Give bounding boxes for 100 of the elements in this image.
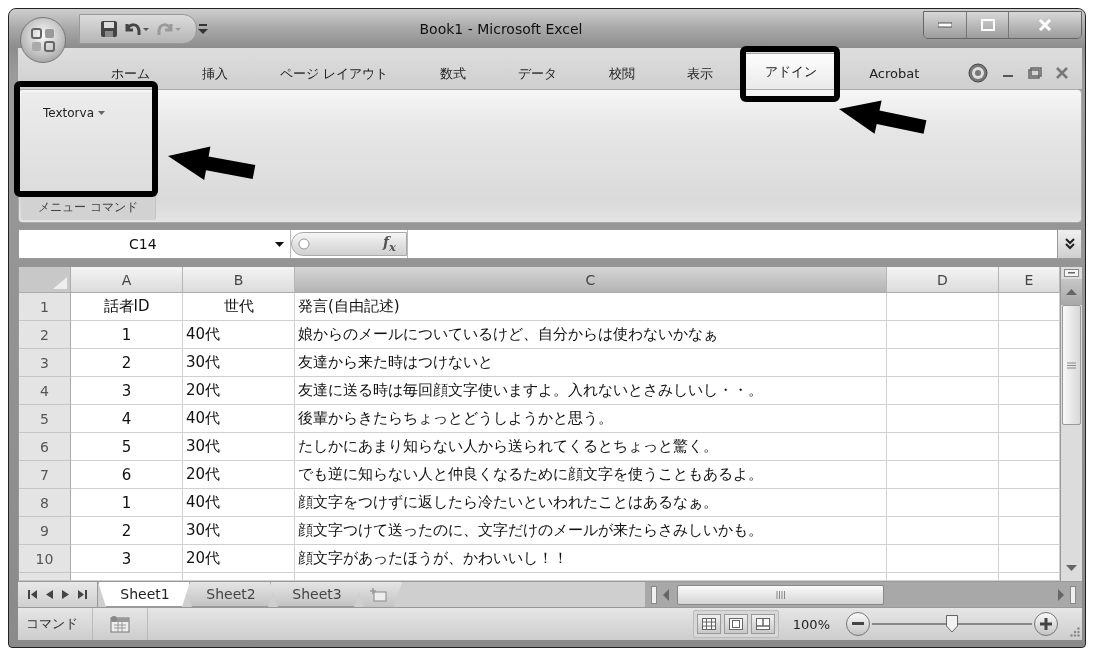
column-header[interactable]: D <box>887 267 999 293</box>
minimize-button[interactable] <box>924 12 967 38</box>
page-break-view-button[interactable] <box>750 614 775 634</box>
scroll-thumb[interactable] <box>677 584 884 605</box>
ribbon-tab[interactable]: Acrobat <box>846 57 943 89</box>
table-cell[interactable]: 1 <box>71 321 183 349</box>
scroll-thumb[interactable] <box>1062 305 1081 425</box>
table-cell[interactable] <box>887 489 999 517</box>
ribbon-tab[interactable]: 数式 <box>417 57 490 89</box>
table-cell[interactable] <box>887 377 999 405</box>
table-cell[interactable] <box>887 321 999 349</box>
zoom-out-button[interactable] <box>846 612 870 636</box>
table-cell[interactable]: 話者ID <box>71 293 183 321</box>
table-cell[interactable]: 後輩からきたらちょっとどうしようかと思う。 <box>295 405 887 433</box>
save-icon[interactable] <box>100 19 118 38</box>
last-sheet-icon[interactable] <box>78 590 87 599</box>
table-cell[interactable]: 20代 <box>183 461 295 489</box>
split-box-icon[interactable] <box>651 585 657 604</box>
page-icon <box>728 618 743 630</box>
row-header[interactable]: 10 <box>19 545 71 573</box>
minus-icon <box>852 622 864 626</box>
column-header[interactable]: A <box>71 267 183 293</box>
table-cell[interactable]: 30代 <box>183 349 295 377</box>
normal-view-button[interactable] <box>696 614 721 634</box>
previous-sheet-icon[interactable] <box>46 590 53 599</box>
table-cell[interactable]: 世代 <box>183 293 295 321</box>
table-cell[interactable]: 20代 <box>183 377 295 405</box>
help-icon[interactable] <box>968 63 988 83</box>
ribbon-tab[interactable]: ページ レイアウト <box>257 57 412 89</box>
table-cell[interactable]: 3 <box>71 377 183 405</box>
window-title: Book1 - Microsoft Excel <box>418 20 584 37</box>
table-cell[interactable]: たしかにあまり知らない人から送られてくるとちょっと驚く。 <box>295 433 887 461</box>
column-header[interactable]: E <box>999 267 1060 293</box>
table-cell[interactable]: 30代 <box>183 517 295 545</box>
office-button[interactable] <box>20 17 66 63</box>
table-cell[interactable] <box>887 545 999 573</box>
row-header[interactable]: 6 <box>19 433 71 461</box>
table-cell[interactable]: 1 <box>71 489 183 517</box>
customize-icon[interactable] <box>197 21 209 36</box>
table-cell[interactable]: 顔文字つけて送ったのに、文字だけのメールが来たらさみしいかも。 <box>295 517 887 545</box>
ribbon-tab[interactable]: ホーム <box>88 57 173 89</box>
ribbon-tab[interactable]: 校閲 <box>586 57 659 89</box>
close-button[interactable] <box>1009 12 1081 38</box>
row-header[interactable]: 4 <box>19 377 71 405</box>
row-header[interactable]: 8 <box>19 489 71 517</box>
first-sheet-icon[interactable] <box>28 590 37 599</box>
table-cell[interactable]: 5 <box>71 433 183 461</box>
table-cell[interactable]: 2 <box>71 517 183 545</box>
table-cell[interactable]: 2 <box>71 349 183 377</box>
table-cell[interactable]: 40代 <box>183 321 295 349</box>
ribbon-tab[interactable]: データ <box>495 57 581 89</box>
row-header[interactable]: 9 <box>19 517 71 545</box>
table-cell[interactable] <box>887 349 999 377</box>
new-sheet-icon[interactable] <box>370 587 388 602</box>
row-header[interactable]: 7 <box>19 461 71 489</box>
table-cell[interactable]: 顔文字をつけずに返したら冷たいといわれたことはあるなぁ。 <box>295 489 887 517</box>
zoom-in-button[interactable] <box>1034 612 1058 636</box>
column-header[interactable]: C <box>295 267 887 293</box>
table-cell[interactable]: 6 <box>71 461 183 489</box>
maximize-button[interactable] <box>967 12 1009 38</box>
resize-grip-icon[interactable] <box>1070 627 1080 637</box>
table-cell[interactable]: 友達から来た時はつけないと <box>295 349 887 377</box>
table-cell[interactable]: 4 <box>71 405 183 433</box>
close-icon[interactable] <box>1056 67 1068 79</box>
split-box-icon[interactable] <box>1064 269 1079 277</box>
ribbon-tab[interactable]: 挿入 <box>179 57 251 89</box>
name-box[interactable]: C14 <box>19 230 291 258</box>
table-cell[interactable]: 3 <box>71 545 183 573</box>
sheet-tab[interactable]: Sheet1 <box>98 582 190 607</box>
restore-icon[interactable] <box>1028 67 1042 79</box>
column-header[interactable]: B <box>183 267 295 293</box>
table-cell[interactable]: でも逆に知らない人と仲良くなるために顔文字を使うこともあるよ。 <box>295 461 887 489</box>
table-cell[interactable]: 40代 <box>183 405 295 433</box>
page-layout-button[interactable] <box>723 614 748 634</box>
table-cell[interactable] <box>887 517 999 545</box>
table-cell[interactable]: 顔文字があったほうが、かわいいし！！ <box>295 545 887 573</box>
table-cell[interactable]: 娘からのメールについているけど、自分からは使わないかなぁ <box>295 321 887 349</box>
table-cell[interactable] <box>887 405 999 433</box>
table-cell[interactable]: 20代 <box>183 545 295 573</box>
table-cell[interactable]: 友達に送る時は毎回顔文字使いますよ。入れないとさみしいし・・。 <box>295 377 887 405</box>
table-cell[interactable]: 30代 <box>183 433 295 461</box>
table-cell[interactable] <box>887 433 999 461</box>
ribbon-tab[interactable]: 表示 <box>664 57 737 89</box>
row-header[interactable]: 2 <box>19 321 71 349</box>
row-header[interactable]: 3 <box>19 349 71 377</box>
menu-button[interactable]: Textorva <box>41 104 107 122</box>
table-cell[interactable]: 発言(自由記述) <box>295 293 887 321</box>
row-header[interactable]: 1 <box>19 293 71 321</box>
next-sheet-icon[interactable] <box>62 590 69 599</box>
row-header[interactable]: 5 <box>19 405 71 433</box>
row-header[interactable] <box>19 573 71 581</box>
table-cell[interactable] <box>887 461 999 489</box>
slider-thumb[interactable] <box>946 615 958 633</box>
scroll-up-button[interactable] <box>1061 279 1082 305</box>
expand-button[interactable] <box>1057 230 1081 258</box>
table-cell[interactable]: 40代 <box>183 489 295 517</box>
select-all-button[interactable] <box>19 267 71 293</box>
table-cell[interactable] <box>887 293 999 321</box>
split-box-icon[interactable] <box>1070 585 1076 604</box>
function-button[interactable]: f$_{x}$ <box>383 234 396 254</box>
